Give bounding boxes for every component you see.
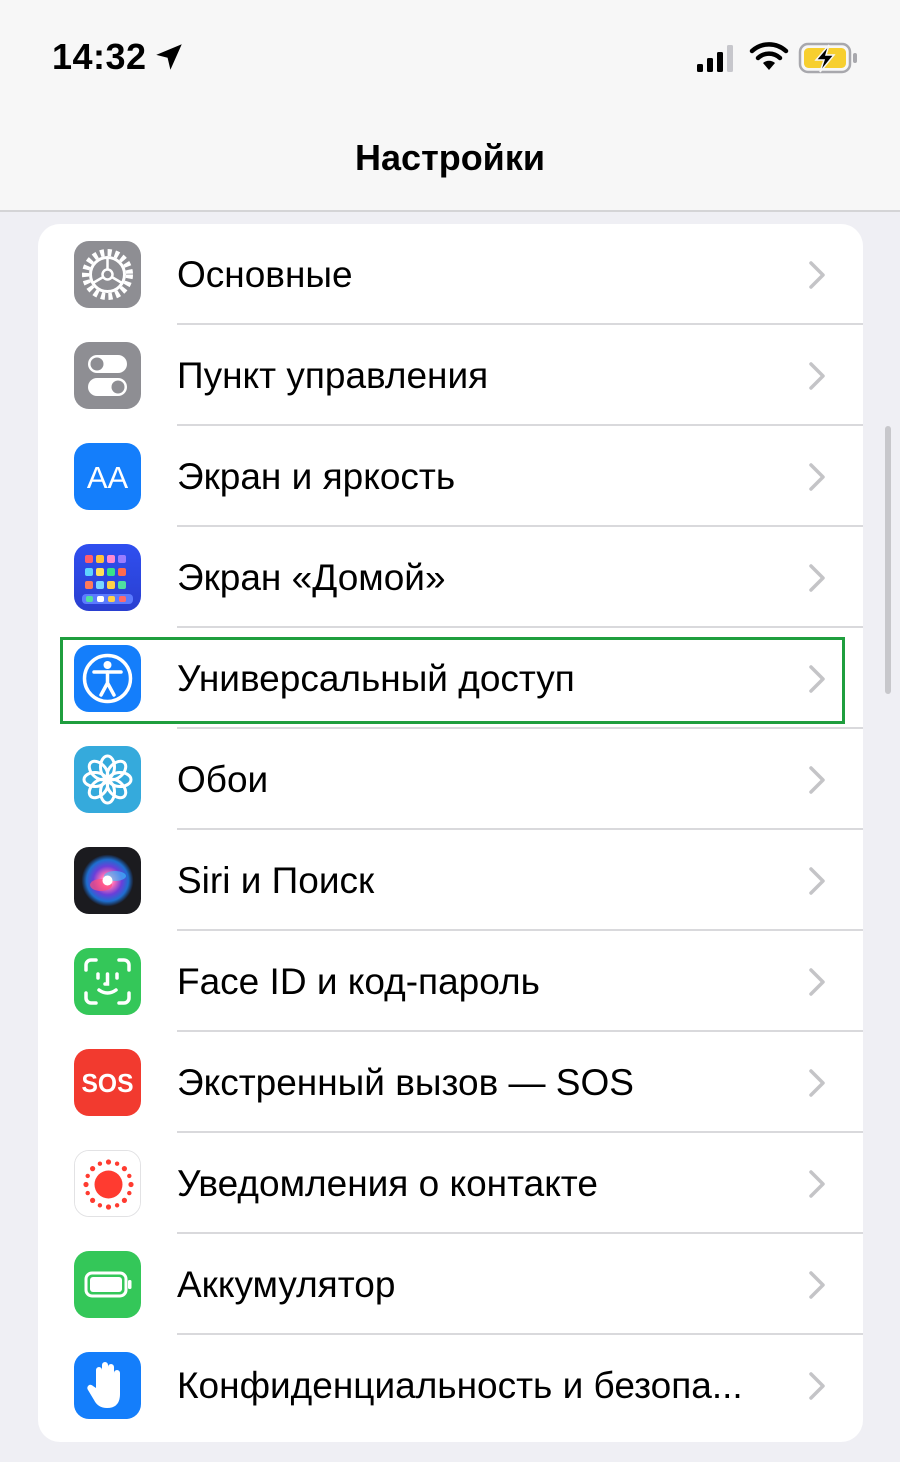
settings-row-general[interactable]: Основные <box>38 224 863 325</box>
status-bar: 14:32 <box>0 0 900 110</box>
battery-icon <box>74 1251 141 1318</box>
sos-glyph: SOS <box>82 1068 134 1098</box>
chevron-right-icon <box>809 362 825 390</box>
chevron-right-icon <box>809 1271 825 1299</box>
chevron-right-icon <box>809 867 825 895</box>
settings-row-face-id[interactable]: Face ID и код-пароль <box>38 931 863 1032</box>
scroll-indicator[interactable] <box>885 426 891 694</box>
chevron-right-icon <box>809 1170 825 1198</box>
status-time: 14:32 <box>52 36 147 77</box>
settings-row-label: Экран «Домой» <box>177 557 446 598</box>
settings-row-label: Конфиденциальность и безопа... <box>177 1365 743 1406</box>
settings-row-label: Экран и яркость <box>177 456 456 497</box>
text-size-icon: AA <box>74 443 141 510</box>
settings-row-siri[interactable]: Siri и Поиск <box>38 830 863 931</box>
settings-row-home-screen[interactable]: Экран «Домой» <box>38 527 863 628</box>
battery-charging-icon <box>798 42 857 74</box>
gear-icon <box>74 241 141 308</box>
settings-row-label: Аккумулятор <box>177 1264 396 1305</box>
chevron-right-icon <box>809 261 825 289</box>
chevron-right-icon <box>809 968 825 996</box>
settings-row-label: Основные <box>177 254 353 295</box>
settings-row-display[interactable]: AA Экран и яркость <box>38 426 863 527</box>
settings-row-label: Siri и Поиск <box>177 860 375 901</box>
chevron-right-icon <box>809 1069 825 1097</box>
settings-row-label: Face ID и код-пароль <box>177 961 540 1002</box>
settings-row-privacy[interactable]: Конфиденциальность и безопа... <box>38 1335 863 1436</box>
settings-row-label: Обои <box>177 759 269 800</box>
face-id-icon <box>74 948 141 1015</box>
settings-row-exposure-notifications[interactable]: Уведомления о контакте <box>38 1133 863 1234</box>
wifi-icon <box>749 42 789 70</box>
settings-row-control-center[interactable]: Пункт управления <box>38 325 863 426</box>
toggles-icon <box>74 342 141 409</box>
chevron-right-icon <box>809 766 825 794</box>
sos-icon: SOS <box>74 1049 141 1116</box>
text-size-glyph: AA <box>87 460 129 495</box>
cellular-signal-icon <box>697 45 733 72</box>
settings-row-battery[interactable]: Аккумулятор <box>38 1234 863 1335</box>
chevron-right-icon <box>809 463 825 491</box>
flower-icon <box>74 746 141 813</box>
siri-icon <box>74 847 141 914</box>
chevron-right-icon <box>809 564 825 592</box>
settings-row-label: Пункт управления <box>177 355 489 396</box>
settings-list: Основные Пункт управления AA Экран и ярк… <box>38 224 863 1442</box>
privacy-hand-icon <box>74 1352 141 1419</box>
settings-row-emergency-sos[interactable]: SOS Экстренный вызов — SOS <box>38 1032 863 1133</box>
highlight-frame <box>60 637 845 724</box>
home-screen-grid-icon <box>74 544 141 611</box>
location-arrow-icon <box>156 44 182 70</box>
settings-row-label: Уведомления о контакте <box>177 1163 598 1204</box>
chevron-right-icon <box>809 1372 825 1400</box>
exposure-notification-icon <box>74 1150 141 1217</box>
navigation-bar: Настройки <box>0 110 900 212</box>
page-title: Настройки <box>355 137 545 178</box>
settings-row-label: Экстренный вызов — SOS <box>177 1062 634 1103</box>
settings-row-wallpaper[interactable]: Обои <box>38 729 863 830</box>
